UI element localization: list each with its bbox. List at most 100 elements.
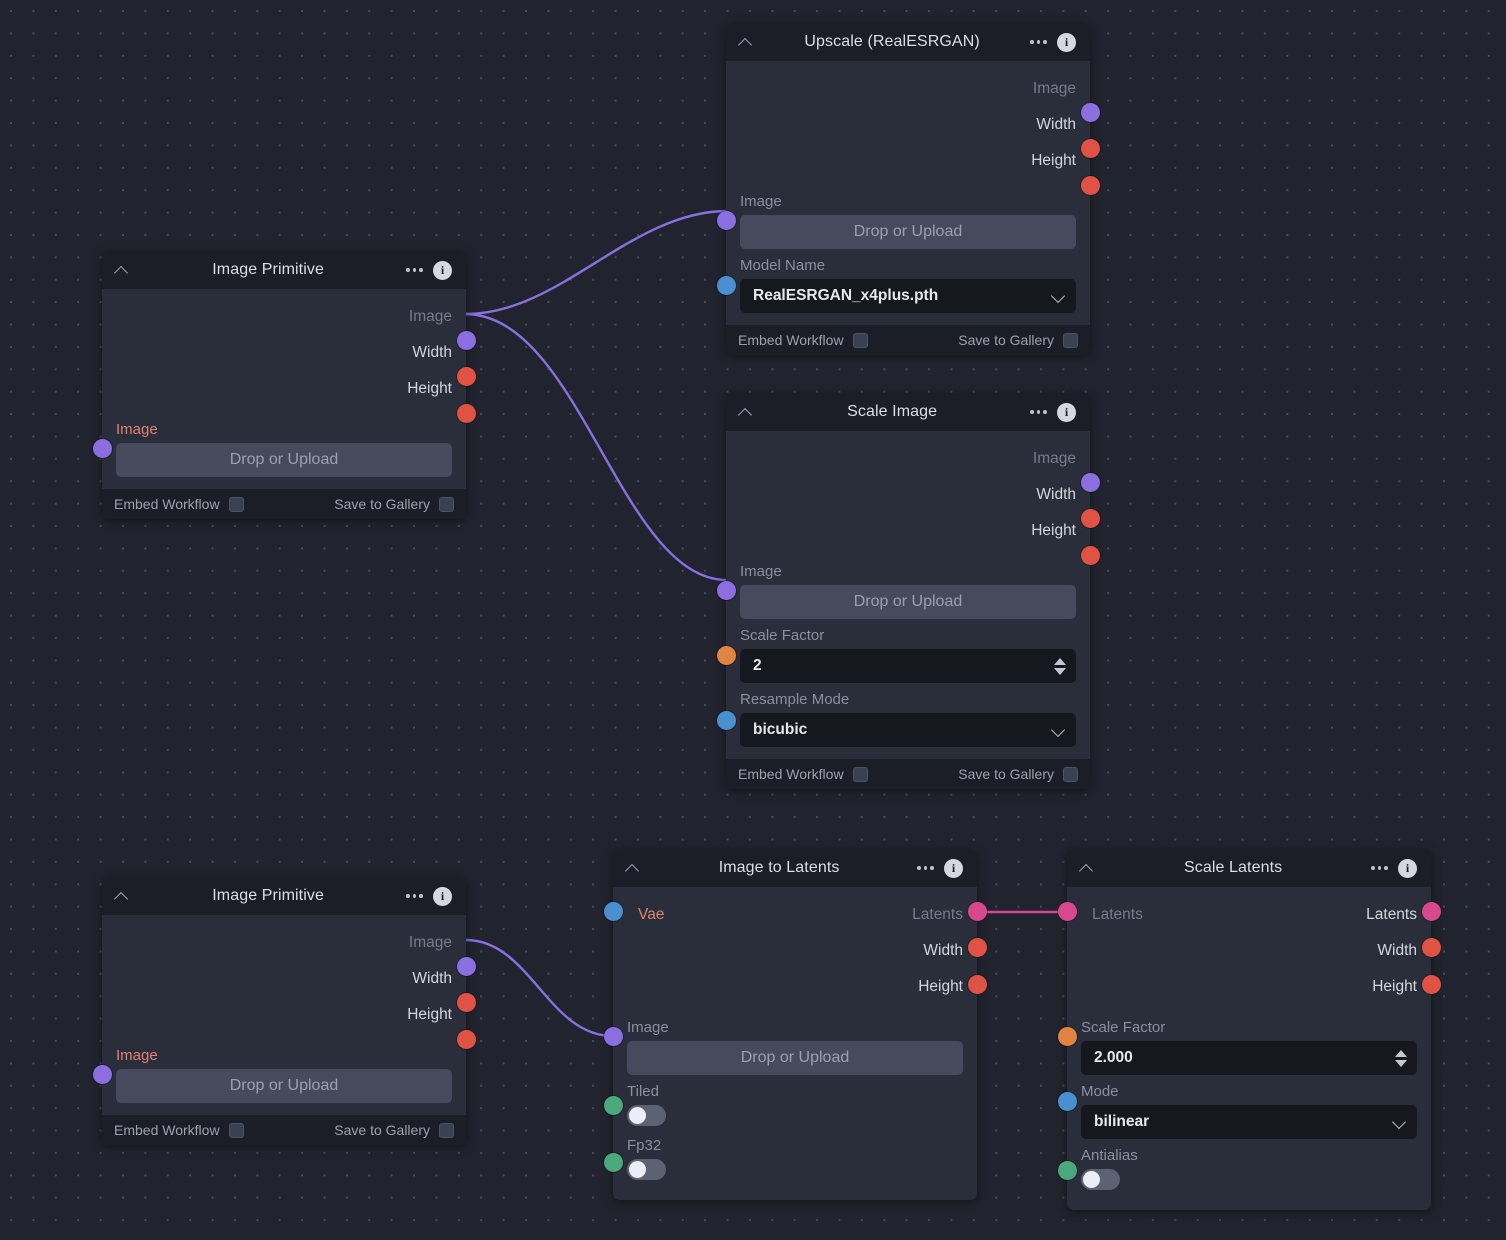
socket-output-width[interactable] — [457, 993, 476, 1012]
chevron-up-icon[interactable] — [114, 262, 130, 278]
socket-output-width[interactable] — [968, 938, 987, 957]
socket-input-mode[interactable] — [1058, 1092, 1077, 1111]
embed-workflow-checkbox[interactable] — [229, 1123, 244, 1138]
socket-input-image[interactable] — [717, 211, 736, 230]
node-header[interactable]: Image to Latents — [613, 849, 977, 887]
chevron-up-icon[interactable] — [114, 888, 130, 904]
more-options-icon[interactable] — [917, 866, 934, 870]
info-icon[interactable] — [1057, 403, 1076, 422]
save-to-gallery-checkbox[interactable] — [1063, 333, 1078, 348]
tiled-toggle[interactable] — [627, 1105, 666, 1126]
socket-input-tiled[interactable] — [604, 1096, 623, 1115]
node-header[interactable]: Image Primitive — [102, 251, 466, 289]
caret-down-icon[interactable] — [1054, 668, 1066, 675]
socket-output-height[interactable] — [457, 1030, 476, 1049]
caret-up-icon[interactable] — [1054, 658, 1066, 665]
socket-output-image[interactable] — [457, 331, 476, 350]
info-icon[interactable] — [433, 887, 452, 906]
scale-factor-input[interactable]: 2.000 — [1081, 1041, 1417, 1075]
embed-workflow-checkbox[interactable] — [853, 767, 868, 782]
image-drop-upload[interactable]: Drop or Upload — [740, 585, 1076, 619]
socket-output-height[interactable] — [1422, 975, 1441, 994]
socket-output-image[interactable] — [1081, 473, 1100, 492]
fp32-toggle[interactable] — [627, 1159, 666, 1180]
resample-mode-select[interactable]: bicubic — [740, 713, 1076, 747]
chevron-up-icon[interactable] — [1079, 860, 1095, 876]
more-options-icon[interactable] — [406, 268, 423, 272]
socket-output-width[interactable] — [1422, 938, 1441, 957]
socket-input-fp32[interactable] — [604, 1153, 623, 1172]
node-header[interactable]: Upscale (RealESRGAN) — [726, 23, 1090, 61]
number-stepper[interactable] — [1395, 1050, 1407, 1067]
socket-input-scale-factor[interactable] — [717, 646, 736, 665]
more-options-icon[interactable] — [406, 894, 423, 898]
socket-output-image[interactable] — [457, 957, 476, 976]
socket-input-model-name[interactable] — [717, 276, 736, 295]
node-image-primitive-bottom[interactable]: Image Primitive Image Width Height Image — [102, 877, 466, 1145]
socket-output-height[interactable] — [1081, 176, 1100, 195]
image-drop-upload[interactable]: Drop or Upload — [116, 1069, 452, 1103]
embed-workflow-group[interactable]: Embed Workflow — [738, 332, 868, 348]
save-to-gallery-group[interactable]: Save to Gallery — [334, 1122, 454, 1138]
antialias-toggle[interactable] — [1081, 1169, 1120, 1190]
socket-input-image[interactable] — [604, 1027, 623, 1046]
save-to-gallery-group[interactable]: Save to Gallery — [334, 496, 454, 512]
socket-output-width[interactable] — [1081, 509, 1100, 528]
embed-workflow-checkbox[interactable] — [853, 333, 868, 348]
socket-input-antialias[interactable] — [1058, 1161, 1077, 1180]
socket-output-width[interactable] — [457, 367, 476, 386]
mode-select[interactable]: bilinear — [1081, 1105, 1417, 1139]
embed-workflow-checkbox[interactable] — [229, 497, 244, 512]
image-drop-upload[interactable]: Drop or Upload — [740, 215, 1076, 249]
socket-input-vae[interactable] — [604, 902, 623, 921]
socket-output-height[interactable] — [1081, 546, 1100, 565]
chevron-up-icon[interactable] — [738, 34, 754, 50]
socket-output-height[interactable] — [457, 404, 476, 423]
image-drop-upload[interactable]: Drop or Upload — [627, 1041, 963, 1075]
socket-input-scale-factor[interactable] — [1058, 1027, 1077, 1046]
socket-output-image[interactable] — [1081, 103, 1100, 122]
caret-up-icon[interactable] — [1395, 1050, 1407, 1057]
info-icon[interactable] — [1398, 859, 1417, 878]
node-header[interactable]: Scale Image — [726, 393, 1090, 431]
model-name-select[interactable]: RealESRGAN_x4plus.pth — [740, 279, 1076, 313]
socket-output-latents[interactable] — [1422, 902, 1441, 921]
node-title: Image Primitive — [130, 887, 406, 905]
image-drop-upload[interactable]: Drop or Upload — [116, 443, 452, 477]
socket-input-latents[interactable] — [1058, 902, 1077, 921]
info-icon[interactable] — [1057, 33, 1076, 52]
more-options-icon[interactable] — [1030, 40, 1047, 44]
save-to-gallery-group[interactable]: Save to Gallery — [958, 332, 1078, 348]
socket-input-image[interactable] — [717, 581, 736, 600]
caret-down-icon[interactable] — [1395, 1060, 1407, 1067]
socket-input-image[interactable] — [93, 439, 112, 458]
node-image-primitive-top[interactable]: Image Primitive Image Width Height Image — [102, 251, 466, 519]
more-options-icon[interactable] — [1030, 410, 1047, 414]
save-to-gallery-checkbox[interactable] — [1063, 767, 1078, 782]
socket-input-resample-mode[interactable] — [717, 711, 736, 730]
node-image-to-latents[interactable]: Image to Latents Vae Latents Width Heigh… — [613, 849, 977, 1200]
socket-output-height[interactable] — [968, 975, 987, 994]
node-editor-canvas[interactable]: Upscale (RealESRGAN) Image Width Height … — [0, 0, 1506, 1240]
embed-workflow-group[interactable]: Embed Workflow — [738, 766, 868, 782]
save-to-gallery-checkbox[interactable] — [439, 1123, 454, 1138]
socket-input-image[interactable] — [93, 1065, 112, 1084]
chevron-up-icon[interactable] — [738, 404, 754, 420]
info-icon[interactable] — [944, 859, 963, 878]
save-to-gallery-group[interactable]: Save to Gallery — [958, 766, 1078, 782]
socket-output-width[interactable] — [1081, 139, 1100, 158]
number-stepper[interactable] — [1054, 658, 1066, 675]
save-to-gallery-checkbox[interactable] — [439, 497, 454, 512]
node-upscale-realesrgan[interactable]: Upscale (RealESRGAN) Image Width Height … — [726, 23, 1090, 355]
node-header[interactable]: Scale Latents — [1067, 849, 1431, 887]
chevron-up-icon[interactable] — [625, 860, 641, 876]
embed-workflow-group[interactable]: Embed Workflow — [114, 496, 244, 512]
node-header[interactable]: Image Primitive — [102, 877, 466, 915]
info-icon[interactable] — [433, 261, 452, 280]
node-scale-latents[interactable]: Scale Latents Latents Latents Width Heig… — [1067, 849, 1431, 1210]
more-options-icon[interactable] — [1371, 866, 1388, 870]
scale-factor-input[interactable]: 2 — [740, 649, 1076, 683]
embed-workflow-group[interactable]: Embed Workflow — [114, 1122, 244, 1138]
node-scale-image[interactable]: Scale Image Image Width Height Image Dro… — [726, 393, 1090, 789]
socket-output-latents[interactable] — [968, 902, 987, 921]
